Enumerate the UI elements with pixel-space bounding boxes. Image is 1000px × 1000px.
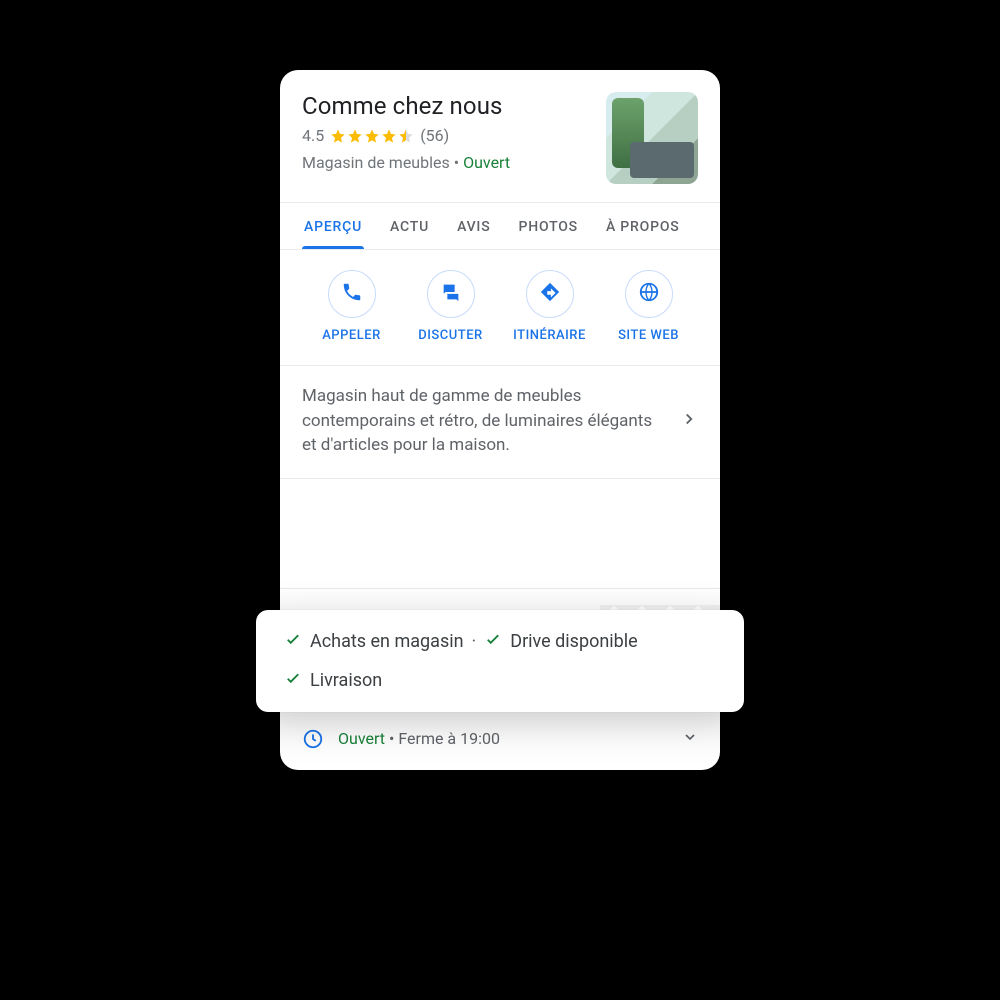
directions-label: ITINÉRAIRE — [513, 328, 586, 343]
header: Comme chez nous 4.5 (56) Magasin de meub… — [280, 70, 720, 202]
star-icon — [347, 128, 363, 144]
hours-row[interactable]: Ouvert • Ferme à 19:00 — [280, 710, 720, 770]
chevron-down-icon — [682, 729, 698, 749]
attribute-pickup: Drive disponible — [484, 630, 637, 653]
star-icon — [364, 128, 380, 144]
star-rating — [330, 128, 414, 144]
tab-reviews[interactable]: AVIS — [443, 203, 504, 249]
chat-button[interactable]: DISCUTER — [401, 270, 500, 343]
chat-icon — [440, 281, 462, 307]
directions-button[interactable]: ITINÉRAIRE — [500, 270, 599, 343]
phone-icon — [341, 281, 363, 307]
tab-about[interactable]: À PROPOS — [592, 203, 694, 249]
globe-icon — [638, 281, 660, 307]
tabs: APERÇU ACTU AVIS PHOTOS À PROPOS — [280, 202, 720, 250]
rating-row[interactable]: 4.5 (56) — [302, 126, 592, 145]
business-title: Comme chez nous — [302, 92, 592, 120]
attributes-placeholder — [280, 479, 720, 589]
call-button[interactable]: APPELER — [302, 270, 401, 343]
check-icon — [484, 630, 502, 653]
attributes-callout: Achats en magasin · Drive disponible Liv… — [256, 610, 744, 712]
directions-icon — [539, 281, 561, 307]
star-half-icon — [398, 128, 414, 144]
check-icon — [284, 669, 302, 692]
clock-icon — [302, 728, 324, 750]
chat-label: DISCUTER — [418, 328, 482, 343]
attribute-in-store: Achats en magasin — [284, 630, 464, 653]
rating-value: 4.5 — [302, 126, 324, 145]
tab-photos[interactable]: PHOTOS — [504, 203, 591, 249]
business-category: Magasin de meubles — [302, 153, 450, 172]
chevron-right-icon — [680, 410, 698, 432]
star-icon — [381, 128, 397, 144]
action-bar: APPELER DISCUTER ITINÉRAIRE SITE WEB — [280, 250, 720, 366]
category-row: Magasin de meubles • Ouvert — [302, 153, 592, 172]
tab-overview[interactable]: APERÇU — [290, 203, 376, 249]
photo-count-badge: 56+ — [668, 162, 692, 178]
call-label: APPELER — [322, 328, 381, 343]
check-icon — [284, 630, 302, 653]
website-label: SITE WEB — [618, 328, 679, 343]
description-row[interactable]: Magasin haut de gamme de meubles contemp… — [280, 366, 720, 479]
cover-photo[interactable]: 56+ — [606, 92, 698, 184]
hours-status: Ouvert — [338, 729, 385, 748]
star-icon — [330, 128, 346, 144]
open-status: Ouvert — [463, 153, 510, 172]
attribute-delivery: Livraison — [284, 669, 716, 692]
review-count: (56) — [420, 126, 449, 145]
hours-closes: Ferme à 19:00 — [398, 729, 500, 748]
tab-updates[interactable]: ACTU — [376, 203, 443, 249]
website-button[interactable]: SITE WEB — [599, 270, 698, 343]
business-description: Magasin haut de gamme de meubles contemp… — [302, 384, 666, 458]
